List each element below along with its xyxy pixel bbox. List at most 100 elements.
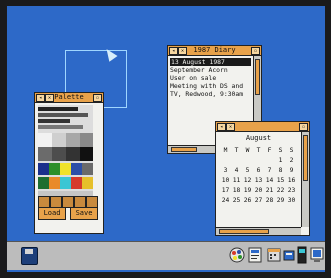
calendar-window[interactable]: ◂ ✕ ▫ August M T W T F S S 1 2 3 4 5 6 7… xyxy=(215,121,310,236)
calendar-day[interactable]: 14 xyxy=(264,176,275,186)
scrollbar-thumb[interactable] xyxy=(303,135,308,181)
colour-swatch[interactable] xyxy=(82,163,93,175)
colour-swatch[interactable] xyxy=(52,133,66,147)
colour-swatch[interactable] xyxy=(49,177,60,189)
palette-colour-area[interactable] xyxy=(38,105,93,203)
calendar-week-row: 10 11 12 13 14 15 16 xyxy=(220,176,298,186)
calendar-day[interactable] xyxy=(264,156,275,166)
calendar-day[interactable]: 13 xyxy=(253,176,264,186)
weekday-label: W xyxy=(245,147,250,154)
calendar-day[interactable]: 6 xyxy=(253,166,264,176)
calendar-day[interactable]: 3 xyxy=(220,166,231,176)
calendar-day[interactable]: 23 xyxy=(286,186,297,196)
colour-swatch[interactable] xyxy=(49,163,60,175)
task-manager-icon[interactable] xyxy=(297,246,307,264)
calendar-week-row: 17 18 19 20 21 22 23 xyxy=(220,186,298,196)
calendar-day[interactable] xyxy=(242,156,253,166)
colour-swatch[interactable] xyxy=(60,177,71,189)
calendar-day[interactable]: 2 xyxy=(286,156,297,166)
colour-swatch[interactable] xyxy=(52,147,66,161)
calendar-day[interactable]: 19 xyxy=(242,186,253,196)
calendar-day[interactable]: 17 xyxy=(220,186,231,196)
weekday-label: M xyxy=(223,147,228,154)
weekday-label: T xyxy=(234,147,239,154)
desktop-icon[interactable] xyxy=(310,247,324,263)
palette-bar xyxy=(38,107,78,111)
scrollbar-thumb[interactable] xyxy=(255,59,260,95)
calendar-day[interactable]: 18 xyxy=(231,186,242,196)
weekday-label: S xyxy=(289,147,294,154)
disc-drive-icon[interactable] xyxy=(21,247,38,265)
colour-swatch[interactable] xyxy=(71,177,82,189)
calendar-day[interactable]: 11 xyxy=(231,176,242,186)
calendar-day[interactable]: 8 xyxy=(275,166,286,176)
palette-icon[interactable] xyxy=(229,247,245,263)
calendar-day[interactable] xyxy=(253,156,264,166)
calendar-day[interactable]: 5 xyxy=(242,166,253,176)
colour-swatch[interactable] xyxy=(38,177,49,189)
scrollbar-thumb[interactable] xyxy=(171,147,197,152)
diary-line: September Acorn xyxy=(170,66,228,74)
calendar-grid: M T W T F S S 1 2 3 4 5 6 7 8 9 10 11 12… xyxy=(220,146,298,206)
palette-window[interactable]: ◂ ✕ Palette ▫ Load Save xyxy=(34,92,104,234)
load-button[interactable]: Load xyxy=(38,207,66,220)
calendar-day[interactable]: 28 xyxy=(264,196,275,206)
calendar-icon[interactable] xyxy=(267,248,281,262)
calendar-day[interactable]: 16 xyxy=(286,176,297,186)
calendar-day[interactable]: 20 xyxy=(253,186,264,196)
diary-titlebar[interactable]: ◂ ✕ 1987 Diary ▫ xyxy=(168,46,261,56)
diary-line: Meeting with DS and xyxy=(170,82,244,90)
colour-swatch[interactable] xyxy=(80,133,93,147)
calendar-vertical-scrollbar[interactable] xyxy=(301,132,309,227)
calendar-day[interactable] xyxy=(220,156,231,166)
colour-swatch[interactable] xyxy=(60,163,71,175)
calendar-day[interactable]: 27 xyxy=(253,196,264,206)
calendar-day[interactable]: 22 xyxy=(275,186,286,196)
weekday-label: T xyxy=(256,147,261,154)
palette-bar xyxy=(38,125,83,129)
diary-date-line: 13 August 1987 xyxy=(170,58,251,66)
calendar-month: August xyxy=(245,134,272,142)
calendar-horizontal-scrollbar[interactable] xyxy=(216,227,301,235)
calendar-day[interactable]: 26 xyxy=(242,196,253,206)
back-icon[interactable]: ◂ xyxy=(217,123,226,131)
calendar-titlebar[interactable]: ◂ ✕ ▫ xyxy=(216,122,309,132)
diary-icon[interactable] xyxy=(283,249,295,261)
calendar-day[interactable] xyxy=(231,156,242,166)
palette-titlebar[interactable]: ◂ ✕ Palette ▫ xyxy=(35,93,103,103)
calendar-day[interactable]: 4 xyxy=(231,166,242,176)
colour-swatch[interactable] xyxy=(66,133,80,147)
calendar-day[interactable]: 12 xyxy=(242,176,253,186)
palette-bar xyxy=(38,113,88,117)
toggle-size-icon[interactable]: ▫ xyxy=(251,47,260,55)
monitor-frame: ◂ ✕ Palette ▫ Load Save ◂ ✕ 1987 Diary ▫… xyxy=(0,0,331,278)
calendar-day[interactable]: 30 xyxy=(286,196,297,206)
calendar-week-row: 24 25 26 27 28 29 30 xyxy=(220,196,298,206)
save-button[interactable]: Save xyxy=(70,207,98,220)
calendar-day[interactable]: 1 xyxy=(275,156,286,166)
toggle-size-icon[interactable]: ▫ xyxy=(93,94,102,102)
calendar-day[interactable]: 7 xyxy=(264,166,275,176)
application-icon[interactable] xyxy=(248,247,262,263)
colour-swatch[interactable] xyxy=(71,163,82,175)
calendar-day[interactable]: 21 xyxy=(264,186,275,196)
calendar-day[interactable]: 10 xyxy=(220,176,231,186)
calendar-day[interactable]: 15 xyxy=(275,176,286,186)
colour-swatch[interactable] xyxy=(38,133,52,147)
calendar-day[interactable]: 9 xyxy=(286,166,297,176)
colour-swatch[interactable] xyxy=(80,147,93,161)
colour-swatch[interactable] xyxy=(82,177,93,189)
colour-swatch[interactable] xyxy=(38,147,52,161)
calendar-weekday-row: M T W T F S S xyxy=(220,146,298,156)
desktop[interactable]: ◂ ✕ Palette ▫ Load Save ◂ ✕ 1987 Diary ▫… xyxy=(7,6,327,272)
close-icon[interactable]: ✕ xyxy=(226,123,235,131)
diary-title: 1987 Diary xyxy=(193,46,236,54)
colour-swatch[interactable] xyxy=(38,163,49,175)
scrollbar-thumb[interactable] xyxy=(219,229,269,234)
colour-swatch[interactable] xyxy=(66,147,80,161)
calendar-day[interactable]: 25 xyxy=(231,196,242,206)
calendar-day[interactable]: 29 xyxy=(275,196,286,206)
toggle-size-icon[interactable]: ▫ xyxy=(299,123,308,131)
calendar-day[interactable]: 24 xyxy=(220,196,231,206)
palette-bar xyxy=(38,119,70,123)
